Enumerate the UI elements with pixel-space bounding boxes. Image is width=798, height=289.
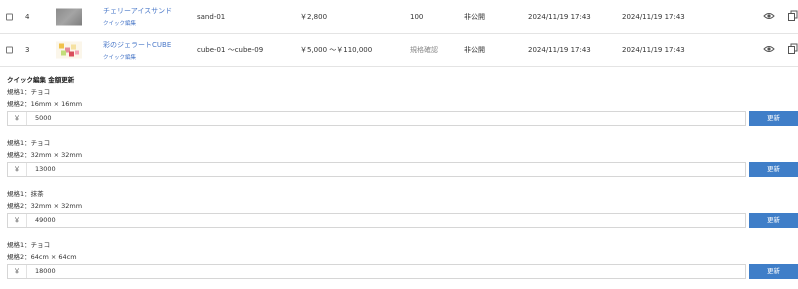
created-date: 2024/11/19 17:43 — [528, 46, 591, 54]
eye-icon[interactable] — [763, 45, 775, 55]
variant-spec2: 規格2：16mm × 16mm — [7, 100, 83, 108]
price-value[interactable]: 49000 — [35, 214, 56, 227]
price-value[interactable]: 18000 — [35, 265, 56, 278]
variant-spec1: 規格1：チョコ — [7, 139, 51, 147]
currency-prefix: ￥ — [8, 214, 27, 227]
quick-edit-link[interactable]: クイック編集 — [103, 53, 171, 61]
variant-spec1: 規格1：抹茶 — [7, 190, 44, 198]
table-row: 4 チェリーアイスサンド クイック編集 sand-01 ￥2,800 100 非… — [0, 0, 798, 34]
copy-icon[interactable] — [788, 43, 798, 57]
row-number: 3 — [25, 46, 30, 54]
price-input[interactable]: ￥ 18000 — [7, 264, 746, 279]
quick-edit-link[interactable]: クイック編集 — [103, 19, 172, 27]
row-number: 4 — [25, 12, 30, 21]
quick-edit-title: クイック編集 金額更新 — [7, 76, 75, 84]
product-stock: 規格確認 — [410, 46, 438, 54]
variant-spec2: 規格2：32mm × 32mm — [7, 202, 83, 210]
update-button[interactable]: 更新 — [749, 162, 798, 177]
price-input[interactable]: ￥ 49000 — [7, 213, 746, 228]
variant-spec1: 規格1：チョコ — [7, 88, 51, 96]
product-price: ￥2,800 — [300, 12, 328, 21]
publish-status: 非公開 — [464, 46, 485, 54]
product-stock: 100 — [410, 12, 424, 21]
row-checkbox[interactable] — [6, 13, 13, 20]
price-input[interactable]: ￥ 13000 — [7, 162, 746, 177]
product-thumbnail[interactable] — [56, 41, 82, 59]
update-button[interactable]: 更新 — [749, 264, 798, 279]
price-value[interactable]: 13000 — [35, 163, 56, 176]
row-checkbox[interactable] — [6, 46, 13, 54]
currency-prefix: ￥ — [8, 112, 27, 125]
publish-status: 非公開 — [464, 12, 485, 21]
copy-icon[interactable] — [788, 10, 798, 23]
currency-prefix: ￥ — [8, 265, 27, 278]
product-name-cell: チェリーアイスサンド クイック編集 — [103, 6, 172, 27]
currency-prefix: ￥ — [8, 163, 27, 176]
product-price: ￥5,000 ～￥110,000 — [300, 46, 373, 54]
variant-spec1: 規格1：チョコ — [7, 241, 51, 249]
product-name-cell: 彩のジェラートCUBE クイック編集 — [103, 40, 171, 61]
update-button[interactable]: 更新 — [749, 111, 798, 126]
created-date: 2024/11/19 17:43 — [528, 12, 591, 21]
price-input[interactable]: ￥ 5000 — [7, 111, 746, 126]
price-value[interactable]: 5000 — [35, 112, 52, 125]
product-thumbnail[interactable] — [56, 8, 82, 25]
product-sku: cube-01 ～cube-09 — [197, 46, 264, 54]
product-name-link[interactable]: 彩のジェラートCUBE — [103, 40, 171, 50]
updated-date: 2024/11/19 17:43 — [622, 46, 685, 54]
table-row: 3 彩のジェラートCUBE クイック編集 cube-01 ～cube-09 ￥5… — [0, 34, 798, 67]
variant-spec2: 規格2：64cm × 64cm — [7, 253, 77, 261]
product-name-link[interactable]: チェリーアイスサンド — [103, 6, 172, 16]
eye-icon[interactable] — [763, 12, 775, 22]
updated-date: 2024/11/19 17:43 — [622, 12, 685, 21]
update-button[interactable]: 更新 — [749, 213, 798, 228]
product-sku: sand-01 — [197, 12, 226, 21]
variant-spec2: 規格2：32mm × 32mm — [7, 151, 83, 159]
